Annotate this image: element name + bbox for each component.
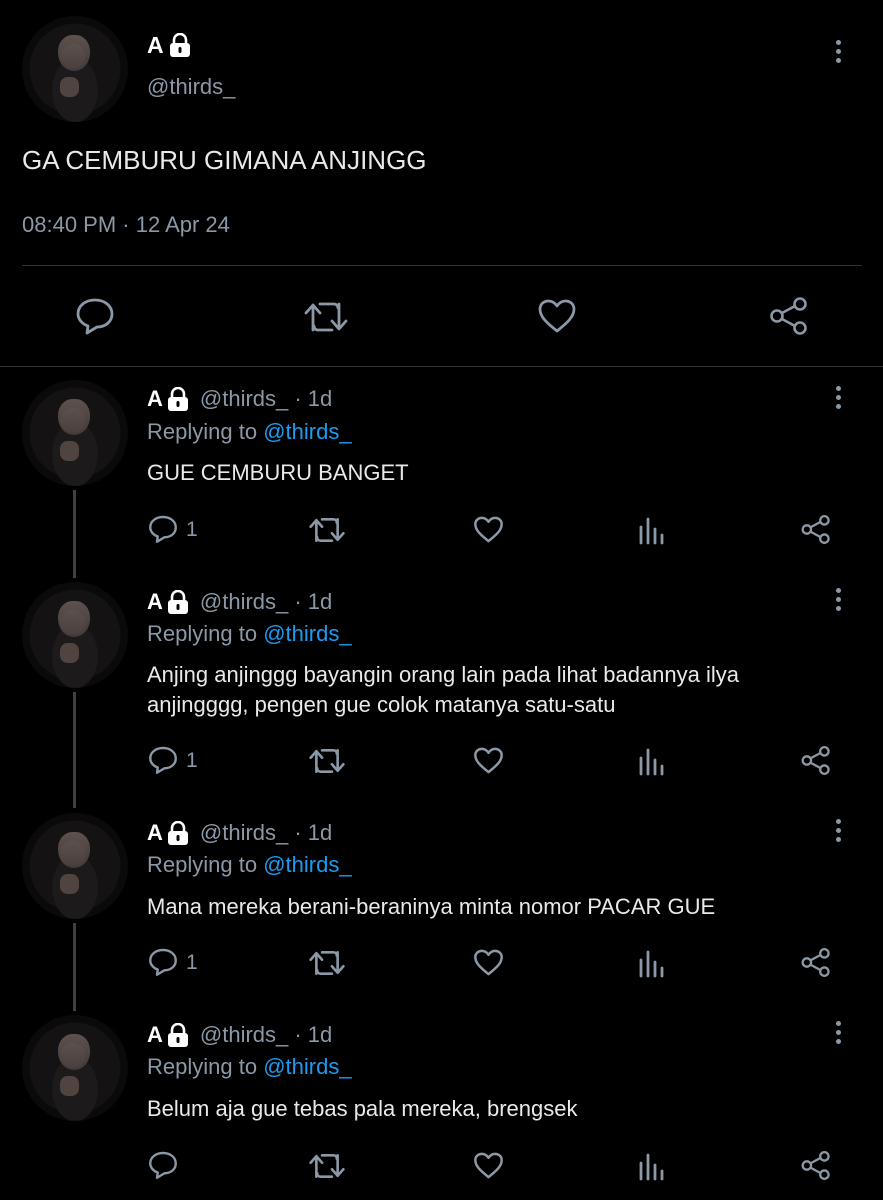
replying-to: Replying to @thirds_ [147,621,352,647]
views-icon[interactable] [638,746,666,776]
tweet-text: GA CEMBURU GIMANA ANJINGG [22,145,427,175]
retweet-icon[interactable] [309,1152,345,1180]
reply-icon[interactable] [148,514,178,544]
author-handle-time[interactable]: @thirds_ · 1d [200,589,332,615]
retweet-icon[interactable] [304,300,348,334]
reply-icon[interactable] [75,297,115,335]
avatar[interactable] [22,813,128,919]
thread-line [73,692,76,808]
author-name[interactable]: A [147,386,163,412]
replying-to-link[interactable]: @thirds_ [263,1054,351,1079]
author-handle-time[interactable]: @thirds_ · 1d [200,386,332,412]
author-name[interactable]: A [147,1022,163,1048]
thread-line [73,490,76,578]
author-name[interactable]: A [147,32,164,59]
replying-to-link[interactable]: @thirds_ [263,621,351,646]
lock-icon [167,821,189,845]
reply-text-line: Anjing anjinggg bayangin orang lain pada… [147,662,740,687]
reply-icon[interactable] [148,745,178,775]
author-name[interactable]: A [147,589,163,615]
avatar[interactable] [22,582,128,688]
lock-icon [167,590,189,614]
replying-to: Replying to @thirds_ [147,419,352,445]
reply-header: A @thirds_ · 1d [147,818,332,848]
thread-line [73,923,76,1011]
reply-header: A @thirds_ · 1d [147,384,332,414]
author-handle-time[interactable]: @thirds_ · 1d [200,1022,332,1048]
more-icon[interactable] [836,40,841,67]
replying-label: Replying to [147,1054,258,1079]
avatar[interactable] [22,1015,128,1121]
more-icon[interactable] [836,819,841,846]
share-icon[interactable] [800,1150,832,1181]
more-icon[interactable] [836,588,841,615]
views-icon[interactable] [638,948,666,978]
heart-icon[interactable] [473,1151,504,1180]
reply-text: Mana mereka berani-beraninya minta nomor… [147,894,716,919]
replying-to: Replying to @thirds_ [147,1054,352,1080]
reply-text: GUE CEMBURU BANGET [147,460,409,485]
reply-count: 1 [186,951,198,974]
avatar[interactable] [22,380,128,486]
heart-icon[interactable] [537,298,577,334]
share-icon[interactable] [800,947,832,978]
section-divider [0,366,883,367]
replying-to-link[interactable]: @thirds_ [263,419,351,444]
share-icon[interactable] [800,745,832,776]
more-icon[interactable] [836,386,841,413]
heart-icon[interactable] [473,746,504,775]
replying-label: Replying to [147,419,258,444]
heart-icon[interactable] [473,515,504,544]
replying-to: Replying to @thirds_ [147,852,352,878]
share-icon[interactable] [768,296,810,336]
reply-header: A @thirds_ · 1d [147,587,332,617]
lock-icon [167,387,189,411]
author-name-row: A [147,30,191,60]
reply-header: A @thirds_ · 1d [147,1020,332,1050]
replying-to-link[interactable]: @thirds_ [263,852,351,877]
retweet-icon[interactable] [309,747,345,775]
reply-text: Anjing anjinggg bayangin orang lain pada… [147,660,739,720]
avatar[interactable] [22,16,128,122]
author-handle[interactable]: @thirds_ [147,74,235,100]
reply-count: 1 [186,518,198,541]
tweet-timestamp: 08:40 PM · 12 Apr 24 [22,212,230,237]
lock-icon [169,33,191,57]
reply-text: Belum aja gue tebas pala mereka, brengse… [147,1096,578,1121]
author-name[interactable]: A [147,820,163,846]
lock-icon [167,1023,189,1047]
views-icon[interactable] [638,1151,666,1181]
reply-text-line: anjingggg, pengen gue colok matanya satu… [147,692,616,717]
retweet-icon[interactable] [309,949,345,977]
reply-icon[interactable] [148,947,178,977]
reply-count: 1 [186,749,198,772]
more-icon[interactable] [836,1021,841,1048]
reply-icon[interactable] [148,1150,178,1180]
divider [22,265,862,266]
replying-label: Replying to [147,852,258,877]
views-icon[interactable] [638,515,666,545]
retweet-icon[interactable] [309,516,345,544]
replying-label: Replying to [147,621,258,646]
share-icon[interactable] [800,514,832,545]
heart-icon[interactable] [473,948,504,977]
author-handle-time[interactable]: @thirds_ · 1d [200,820,332,846]
